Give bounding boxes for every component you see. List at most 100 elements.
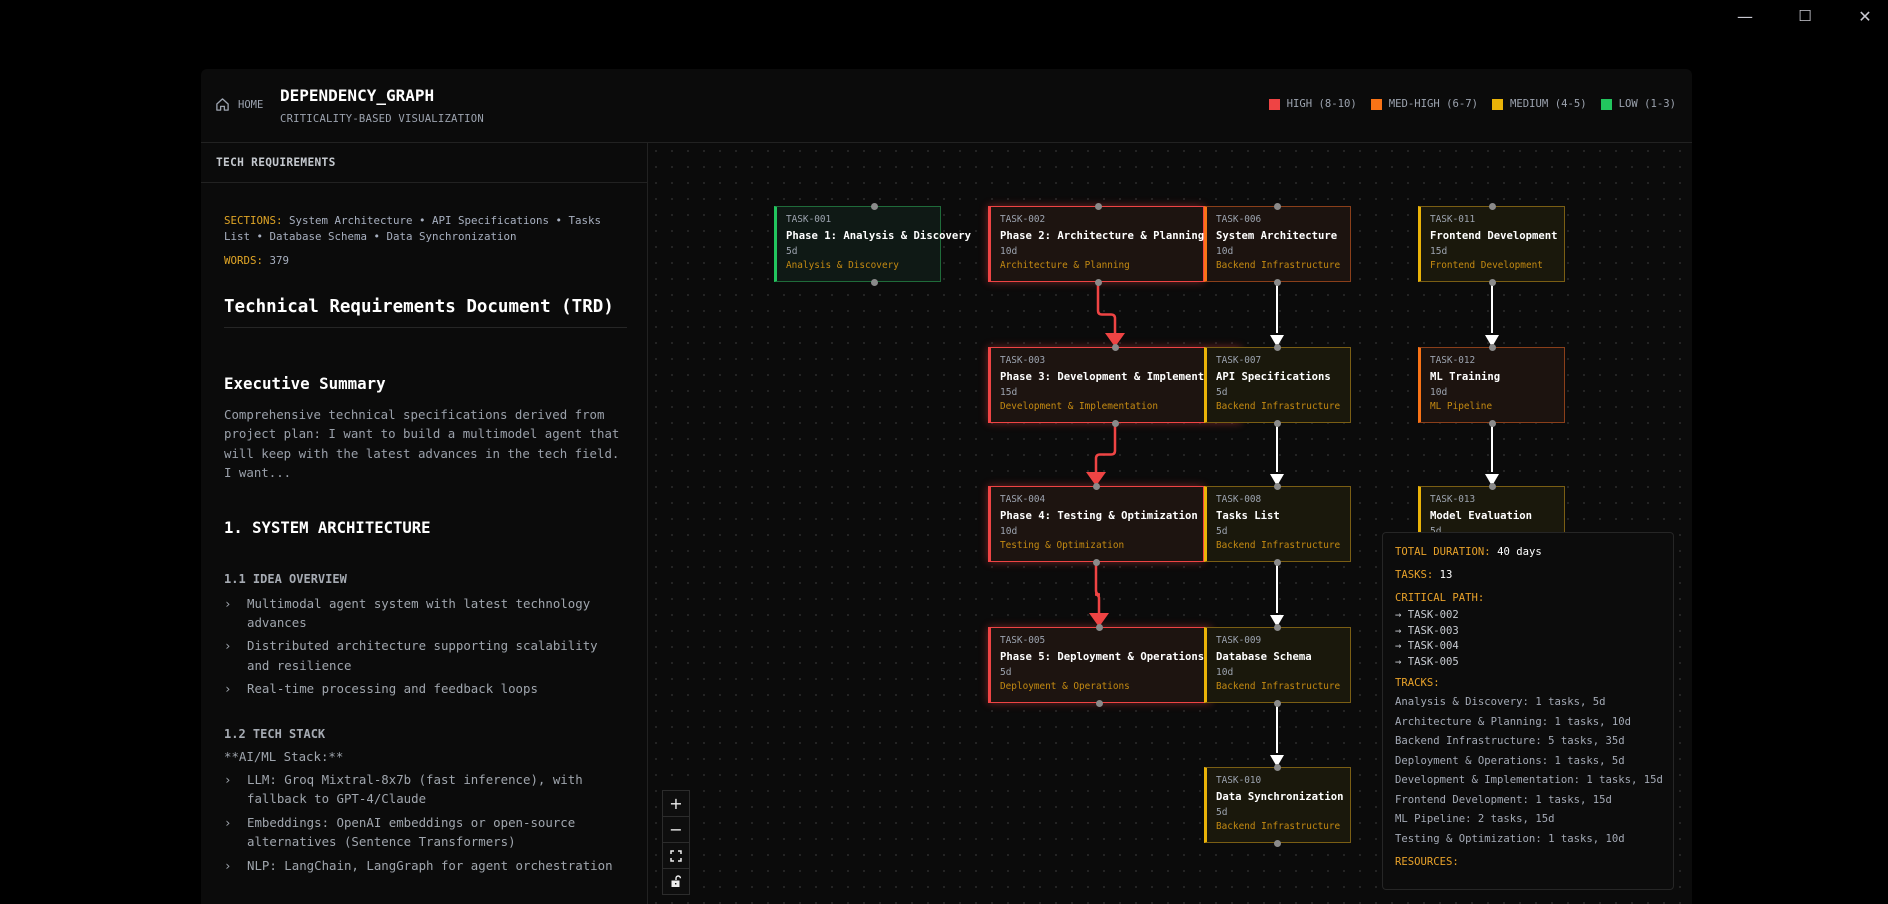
fit-view-icon (670, 849, 682, 862)
target-handle[interactable] (1095, 623, 1103, 631)
source-handle[interactable] (1273, 558, 1281, 566)
critical-edge[interactable] (1094, 562, 1101, 613)
target-handle[interactable] (1273, 482, 1281, 490)
task-duration: 10d (1216, 246, 1234, 257)
maximize-button[interactable]: ☐ (1785, 4, 1825, 28)
stack-label: **AI/ML Stack:** (224, 748, 344, 764)
track-item: Architecture & Planning: 1 tasks, 10d (1395, 715, 1631, 728)
task-duration: 5d (1216, 807, 1228, 818)
track-item: Deployment & Operations: 1 tasks, 5d (1395, 754, 1625, 767)
home-link[interactable]: HOME (215, 97, 263, 112)
task-node-task-006[interactable]: TASK-006 System Architecture 10d Backend In… (1204, 206, 1351, 282)
task-node-task-011[interactable]: TASK-011 Frontend Development 15d Frontend … (1418, 206, 1565, 282)
tech-requirements-panel[interactable]: TECH REQUIREMENTS SECTIONS: System Archi… (201, 143, 648, 904)
document-title: Technical Requirements Document (TRD) (224, 297, 627, 328)
fit-view-button[interactable] (663, 843, 689, 869)
source-handle[interactable] (1273, 839, 1281, 847)
task-track: ML Pipeline (1430, 401, 1493, 412)
source-handle[interactable] (1095, 699, 1103, 707)
task-id: TASK-008 (1216, 494, 1262, 505)
task-duration: 10d (1000, 526, 1018, 537)
task-id: TASK-007 (1216, 355, 1262, 366)
target-handle[interactable] (1488, 202, 1496, 210)
task-node-task-009[interactable]: TASK-009 Database Schema 10d Backend Infras… (1204, 627, 1351, 703)
source-handle[interactable] (870, 278, 878, 286)
task-duration: 10d (1430, 387, 1448, 398)
source-handle[interactable] (1111, 419, 1119, 427)
target-handle[interactable] (870, 202, 878, 210)
task-id: TASK-011 (1430, 214, 1476, 225)
track-item: Backend Infrastructure: 5 tasks, 35d (1395, 735, 1625, 747)
source-handle[interactable] (1273, 419, 1281, 427)
task-node-task-004[interactable]: TASK-004 Phase 4: Testing & Optimization 1… (988, 486, 1204, 562)
target-handle[interactable] (1094, 202, 1102, 210)
target-handle[interactable] (1111, 343, 1119, 351)
source-handle[interactable] (1092, 558, 1100, 566)
task-duration: 10d (1216, 667, 1234, 678)
target-handle[interactable] (1273, 623, 1281, 631)
task-track: Backend Infrastructure (1216, 401, 1341, 412)
graph-canvas[interactable]: TASK-001 Phase 1: Analysis & Discovery 5d A… (648, 143, 1692, 904)
list-item: Distributed architecture supporting scal… (224, 636, 627, 675)
minimize-button[interactable]: — (1725, 4, 1765, 28)
task-title: API Specifications (1216, 371, 1331, 383)
app-window: HOME DEPENDENCY_GRAPH CRITICALITY-BASED … (201, 69, 1692, 904)
task-title: Data Synchronization (1216, 791, 1344, 803)
criticality-legend: HIGH (8-10) MED-HIGH (6-7) MEDIUM (4-5) LOW… (1268, 98, 1676, 110)
source-handle[interactable] (1273, 278, 1281, 286)
target-handle[interactable] (1273, 343, 1281, 351)
sections-label: SECTIONS: (224, 214, 283, 227)
critical-edge[interactable] (1096, 282, 1117, 333)
task-id: TASK-004 (1000, 494, 1046, 505)
unlock-icon (671, 875, 682, 887)
target-handle[interactable] (1273, 763, 1281, 771)
critical-path-item: → TASK-005 (1395, 655, 1459, 668)
task-id: TASK-009 (1216, 635, 1262, 646)
legend-label: HIGH (8-10) (1286, 98, 1357, 110)
words-value: 379 (269, 254, 290, 267)
list-item: Embeddings: OpenAI embeddings or open-so… (224, 813, 627, 852)
critical-path-list: → TASK-002 → TASK-003 → TASK-004 → TASK-005 (1395, 608, 1673, 670)
task-id: TASK-005 (1000, 635, 1046, 646)
total-duration-label: TOTAL DURATION: (1395, 546, 1491, 558)
task-title: Phase 5: Deployment & Operations (1000, 651, 1205, 663)
source-handle[interactable] (1273, 699, 1281, 707)
source-handle[interactable] (1488, 419, 1496, 427)
track-item: Analysis & Discovery: 1 tasks, 5d (1395, 696, 1606, 708)
critical-path-item: → TASK-004 (1395, 640, 1459, 652)
task-node-task-005[interactable]: TASK-005 Phase 5: Deployment & Operations… (988, 627, 1211, 703)
zoom-in-button[interactable]: + (663, 791, 689, 817)
task-title: Database Schema (1216, 651, 1312, 663)
legend-swatch (1492, 98, 1504, 110)
home-icon (216, 98, 229, 111)
critical-edge[interactable] (1094, 423, 1117, 472)
task-node-task-001[interactable]: TASK-001 Phase 1: Analysis & Discovery 5d A… (774, 206, 971, 282)
task-node-task-002[interactable]: TASK-002 Phase 2: Architecture & Planning… (988, 206, 1204, 282)
source-handle[interactable] (1488, 278, 1496, 286)
task-node-task-012[interactable]: TASK-012 ML Training 10d ML Pipeline (1418, 347, 1565, 423)
section-heading: 1. SYSTEM ARCHITECTURE (224, 518, 431, 537)
target-handle[interactable] (1488, 343, 1496, 351)
executive-summary-text: Comprehensive technical specifications d… (224, 407, 620, 481)
source-handle[interactable] (1094, 278, 1102, 286)
task-node-task-007[interactable]: TASK-007 API Specifications 5d Backend Infr… (1204, 347, 1351, 423)
word-count: WORDS: 379 (224, 253, 627, 269)
sections-summary: SECTIONS: System Architecture • API Spec… (224, 213, 627, 245)
task-duration: 10d (1000, 246, 1018, 257)
task-id: TASK-012 (1430, 355, 1476, 366)
list-item: Real-time processing and feedback loops (224, 679, 627, 699)
task-node-task-010[interactable]: TASK-010 Data Synchronization 5d Backend In… (1204, 767, 1351, 843)
target-handle[interactable] (1488, 482, 1496, 490)
task-id: TASK-006 (1216, 214, 1262, 225)
total-duration: TOTAL DURATION: 40 days (1395, 543, 1673, 562)
task-count: TASKS: 13 (1395, 566, 1673, 585)
target-handle[interactable] (1273, 202, 1281, 210)
target-handle[interactable] (1092, 482, 1100, 490)
lock-button[interactable] (663, 869, 689, 894)
zoom-out-button[interactable]: − (663, 817, 689, 843)
task-duration: 15d (1430, 246, 1448, 257)
legend-label: MED-HIGH (6-7) (1388, 98, 1479, 110)
task-duration: 5d (1216, 387, 1228, 398)
close-button[interactable]: ✕ (1845, 4, 1885, 28)
task-node-task-008[interactable]: TASK-008 Tasks List 5d Backend Infrastructu… (1204, 486, 1351, 562)
